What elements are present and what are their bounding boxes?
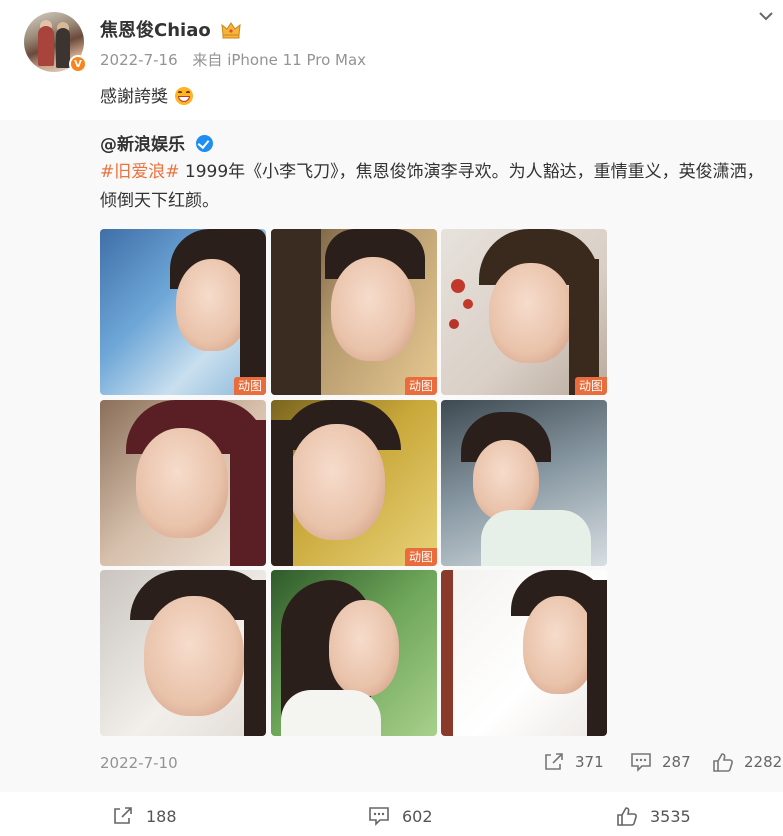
post-header: V 焦恩俊Chiao 2022-7-16 来自 iPhone 11 Pro Ma… (0, 0, 783, 120)
verified-badge-icon: V (69, 55, 87, 73)
original-text-body: 1999年《小李飞刀》，焦恩俊饰演李寻欢。为人豁达，重情重义，英俊潇洒，倾倒天下… (100, 162, 764, 211)
gif-badge: 动图 (574, 377, 607, 395)
thumbs-up-icon (713, 753, 733, 772)
like-button[interactable]: 3535 (616, 806, 691, 826)
thumbs-up-icon (617, 807, 637, 826)
original-comment-stat[interactable]: 287 (630, 752, 691, 772)
image-thumbnail[interactable]: 动图 (100, 229, 266, 395)
original-repost-count: 371 (575, 753, 604, 771)
grin-emoji-icon (175, 87, 194, 105)
like-count: 3535 (650, 806, 691, 826)
verified-blue-icon (195, 135, 213, 152)
repost-count: 188 (146, 806, 177, 826)
original-author[interactable]: @新浪娱乐 (100, 130, 213, 155)
original-like-stat[interactable]: 2282 (712, 752, 782, 772)
original-like-count: 2282 (744, 753, 783, 771)
avatar-figure (56, 28, 70, 68)
share-icon (114, 807, 132, 824)
chevron-down-icon[interactable] (756, 6, 776, 26)
gif-badge: 动图 (233, 377, 266, 395)
gif-badge: 动图 (404, 377, 437, 395)
original-date[interactable]: 2022-7-10 (100, 754, 178, 772)
original-author-name[interactable]: @新浪娱乐 (100, 135, 185, 155)
username-text[interactable]: 焦恩俊Chiao (100, 20, 211, 41)
image-thumbnail[interactable] (441, 400, 607, 566)
image-thumbnail[interactable]: 动图 (271, 400, 437, 566)
comment-icon (631, 753, 651, 772)
comment-count: 602 (402, 806, 433, 826)
share-icon (545, 753, 563, 770)
post-text-content: 感謝誇獎 (100, 87, 168, 107)
post-text: 感謝誇獎 (100, 82, 194, 107)
original-text: #旧爱浪# 1999年《小李飞刀》，焦恩俊饰演李寻欢。为人豁达，重情重义，英俊潇… (100, 158, 780, 216)
image-thumbnail[interactable] (271, 570, 437, 736)
comment-icon (369, 807, 389, 826)
image-thumbnail[interactable]: 动图 (441, 229, 607, 395)
image-thumbnail[interactable] (100, 400, 266, 566)
post-footer: 188 602 3535 (0, 792, 783, 836)
post-source: 来自 iPhone 11 Pro Max (192, 51, 367, 69)
repost-button[interactable]: 188 (112, 806, 177, 826)
image-thumbnail[interactable] (441, 570, 607, 736)
original-repost-stat[interactable]: 371 (543, 752, 604, 772)
gif-badge: 动图 (404, 548, 437, 566)
comment-button[interactable]: 602 (368, 806, 433, 826)
reposted-card[interactable]: @新浪娱乐 #旧爱浪# 1999年《小李飞刀》，焦恩俊饰演李寻欢。为人豁达，重情… (0, 120, 783, 792)
topic-link[interactable]: #旧爱浪# (100, 162, 180, 182)
image-thumbnail[interactable] (100, 570, 266, 736)
crown-icon (221, 22, 241, 39)
original-comment-count: 287 (662, 753, 691, 771)
post-meta: 2022-7-16 来自 iPhone 11 Pro Max (100, 49, 366, 70)
image-thumbnail[interactable]: 动图 (271, 229, 437, 395)
image-grid: 动图 动图 动图 动图 (100, 229, 608, 737)
post-date[interactable]: 2022-7-16 (100, 51, 178, 69)
username[interactable]: 焦恩俊Chiao (100, 16, 241, 42)
avatar-figure (38, 26, 54, 66)
